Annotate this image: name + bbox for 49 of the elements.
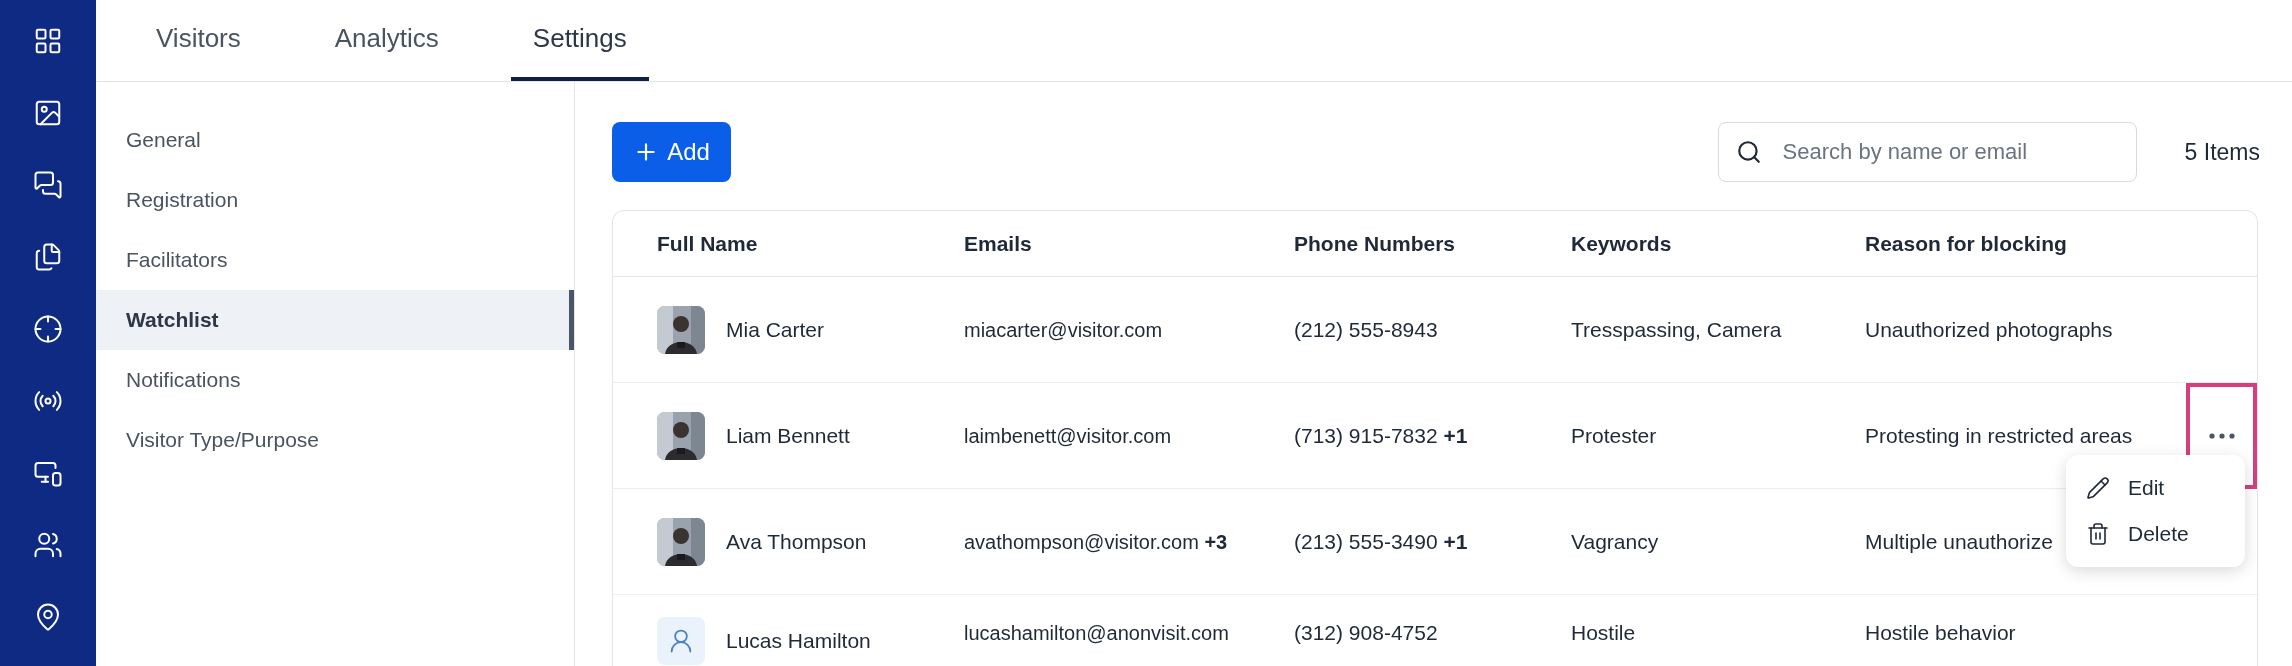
add-button[interactable]: Add bbox=[612, 122, 731, 182]
grid-icon[interactable] bbox=[33, 26, 63, 56]
trash-icon bbox=[2086, 522, 2110, 546]
column-header: Keywords bbox=[1571, 231, 1672, 255]
chat-icon[interactable] bbox=[33, 170, 63, 200]
table-cell-text: Ava Thompson bbox=[726, 528, 867, 555]
image-icon[interactable] bbox=[33, 98, 63, 128]
table-cell: Hostile behavior bbox=[1865, 621, 2016, 644]
menu-item[interactable]: Edit bbox=[2066, 465, 2245, 511]
users-icon[interactable] bbox=[33, 530, 63, 560]
table-cell: (212) 555-8943 bbox=[1294, 317, 1438, 341]
menu-item[interactable]: Delete bbox=[2066, 511, 2245, 557]
table-cell: (213) 555-3490 +1 bbox=[1294, 529, 1468, 553]
column-header: Emails bbox=[964, 231, 1032, 255]
table-cell-text: Liam Bennett bbox=[726, 422, 850, 449]
table-cell: miacarter@visitor.com bbox=[964, 318, 1163, 341]
table-cell: (312) 908-4752 bbox=[1294, 621, 1438, 644]
settings-menu-item[interactable]: General bbox=[96, 110, 574, 170]
tab[interactable]: Analytics bbox=[312, 0, 461, 81]
table-cell: laimbenett@visitor.com bbox=[964, 424, 1172, 447]
table-cell: Multiple unauthorize bbox=[1865, 529, 2053, 553]
column-header: Phone Numbers bbox=[1294, 231, 1456, 255]
table-cell: Unauthorized photographs bbox=[1865, 317, 2113, 341]
table-cell: (713) 915-7832 +1 bbox=[1294, 423, 1468, 447]
table-cell: Protesting in restricted areas bbox=[1865, 423, 2133, 447]
items-count: 5 Items bbox=[2184, 137, 2260, 167]
crosshair-icon[interactable] bbox=[33, 314, 63, 344]
table-cell: avathompson@visitor.com +3 bbox=[964, 530, 1228, 553]
search-field[interactable]: Search by name or email bbox=[1717, 122, 2137, 182]
settings-menu-item[interactable]: Watchlist bbox=[96, 290, 574, 350]
table-cell-text: Lucas Hamilton bbox=[726, 628, 871, 655]
settings-menu-item[interactable]: Registration bbox=[96, 170, 574, 230]
settings-menu-item[interactable]: Notifications bbox=[96, 350, 574, 410]
pencil-icon bbox=[2086, 476, 2110, 500]
table-cell: Tresspassing, Camera bbox=[1571, 317, 1782, 341]
table-cell: Vagrancy bbox=[1571, 529, 1659, 553]
more-icon bbox=[2208, 433, 2235, 439]
table-cell: Hostile bbox=[1571, 621, 1636, 644]
table-cell-text: Mia Carter bbox=[726, 316, 825, 343]
table-cell: lucashamilton@anonvisit.com bbox=[964, 622, 1229, 644]
column-header: Full Name bbox=[657, 231, 758, 255]
tab[interactable]: Settings bbox=[510, 0, 649, 81]
settings-menu-item[interactable]: Facilitators bbox=[96, 230, 574, 290]
search-icon bbox=[1735, 139, 1762, 165]
table-cell: Protester bbox=[1571, 423, 1657, 447]
tab[interactable]: Visitors bbox=[134, 0, 263, 81]
documents-icon[interactable] bbox=[33, 242, 63, 272]
settings-menu-item[interactable]: Visitor Type/Purpose bbox=[96, 410, 574, 470]
column-header: Reason for blocking bbox=[1865, 231, 2067, 255]
